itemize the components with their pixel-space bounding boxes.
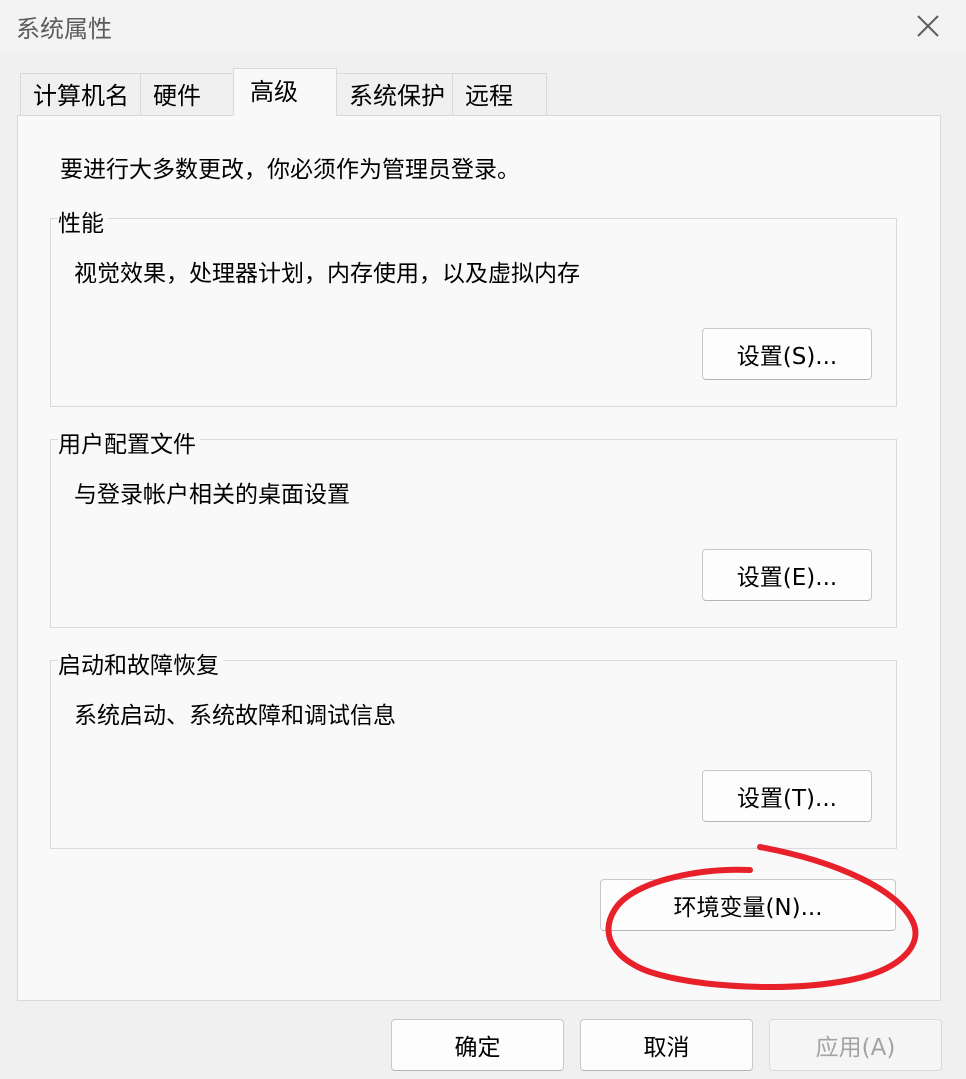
performance-group-label: 性能 bbox=[58, 204, 108, 238]
performance-settings-button[interactable]: 设置(S)... bbox=[702, 328, 872, 380]
title-bar: 系统属性 bbox=[0, 0, 966, 52]
tab-system-protection[interactable]: 系统保护 bbox=[336, 73, 453, 115]
window-title: 系统属性 bbox=[16, 15, 112, 43]
tab-label: 高级 bbox=[250, 78, 298, 106]
ok-button[interactable]: 确定 bbox=[391, 1019, 564, 1071]
admin-notice: 要进行大多数更改，你必须作为管理员登录。 bbox=[60, 157, 520, 183]
close-button[interactable] bbox=[910, 8, 946, 44]
tab-label: 系统保护 bbox=[349, 82, 445, 110]
user-profiles-description: 与登录帐户相关的桌面设置 bbox=[74, 482, 350, 508]
cancel-button[interactable]: 取消 bbox=[580, 1019, 753, 1071]
apply-button[interactable]: 应用(A) bbox=[769, 1019, 942, 1071]
system-properties-dialog: 系统属性 计算机名 硬件 高级 系统保护 远程 要进行大多数更改，你必须作为管理… bbox=[0, 0, 966, 1079]
user-profiles-group-label: 用户配置文件 bbox=[58, 425, 200, 459]
startup-recovery-settings-button[interactable]: 设置(T)... bbox=[702, 770, 872, 822]
tab-label: 计算机名 bbox=[33, 82, 129, 110]
startup-recovery-group-label: 启动和故障恢复 bbox=[58, 646, 223, 680]
tab-hardware[interactable]: 硬件 bbox=[140, 73, 235, 115]
startup-recovery-description: 系统启动、系统故障和调试信息 bbox=[74, 703, 396, 729]
tab-label: 硬件 bbox=[153, 82, 201, 110]
tab-remote[interactable]: 远程 bbox=[452, 73, 547, 115]
tab-advanced[interactable]: 高级 bbox=[233, 68, 337, 116]
tab-computer-name[interactable]: 计算机名 bbox=[20, 73, 141, 115]
user-profiles-settings-button[interactable]: 设置(E)... bbox=[702, 549, 872, 601]
close-icon bbox=[917, 15, 939, 37]
performance-description: 视觉效果，处理器计划，内存使用，以及虚拟内存 bbox=[74, 261, 580, 287]
tab-label: 远程 bbox=[465, 82, 513, 110]
environment-variables-button[interactable]: 环境变量(N)... bbox=[600, 879, 896, 931]
